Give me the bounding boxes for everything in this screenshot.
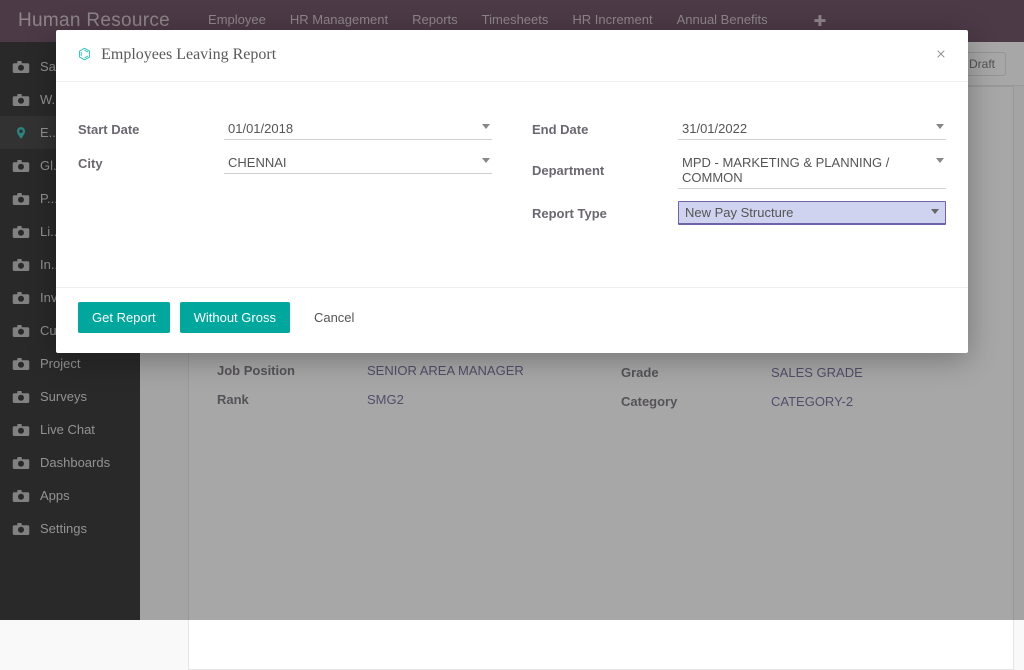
employees-leaving-report-modal: ⌬ Employees Leaving Report × Start Date …	[56, 30, 968, 353]
modal-col-left: Start Date 01/01/2018 City CHENNAI	[78, 112, 492, 231]
chevron-down-icon	[936, 158, 944, 163]
end-date-input[interactable]: 31/01/2022	[678, 118, 946, 140]
modal-title: Employees Leaving Report	[101, 46, 276, 64]
chevron-down-icon	[482, 158, 490, 163]
label-report-type: Report Type	[532, 206, 678, 221]
label-city: City	[78, 156, 224, 171]
label-start-date: Start Date	[78, 122, 224, 137]
cancel-button[interactable]: Cancel	[300, 302, 368, 333]
department-select[interactable]: MPD - MARKETING & PLANNING / COMMON	[678, 152, 946, 189]
chevron-down-icon	[931, 209, 939, 214]
modal-footer: Get Report Without Gross Cancel	[56, 287, 968, 353]
bug-icon: ⌬	[78, 45, 91, 64]
without-gross-button[interactable]: Without Gross	[180, 302, 290, 333]
chevron-down-icon	[482, 124, 490, 129]
modal-col-right: End Date 31/01/2022 Department MPD - MAR…	[532, 112, 946, 231]
report-type-select[interactable]: New Pay Structure	[678, 201, 946, 225]
label-end-date: End Date	[532, 122, 678, 137]
start-date-input[interactable]: 01/01/2018	[224, 118, 492, 140]
get-report-button[interactable]: Get Report	[78, 302, 170, 333]
label-department: Department	[532, 163, 678, 178]
modal-header: ⌬ Employees Leaving Report ×	[56, 30, 968, 82]
close-icon[interactable]: ×	[936, 44, 946, 65]
chevron-down-icon	[936, 124, 944, 129]
city-select[interactable]: CHENNAI	[224, 152, 492, 174]
